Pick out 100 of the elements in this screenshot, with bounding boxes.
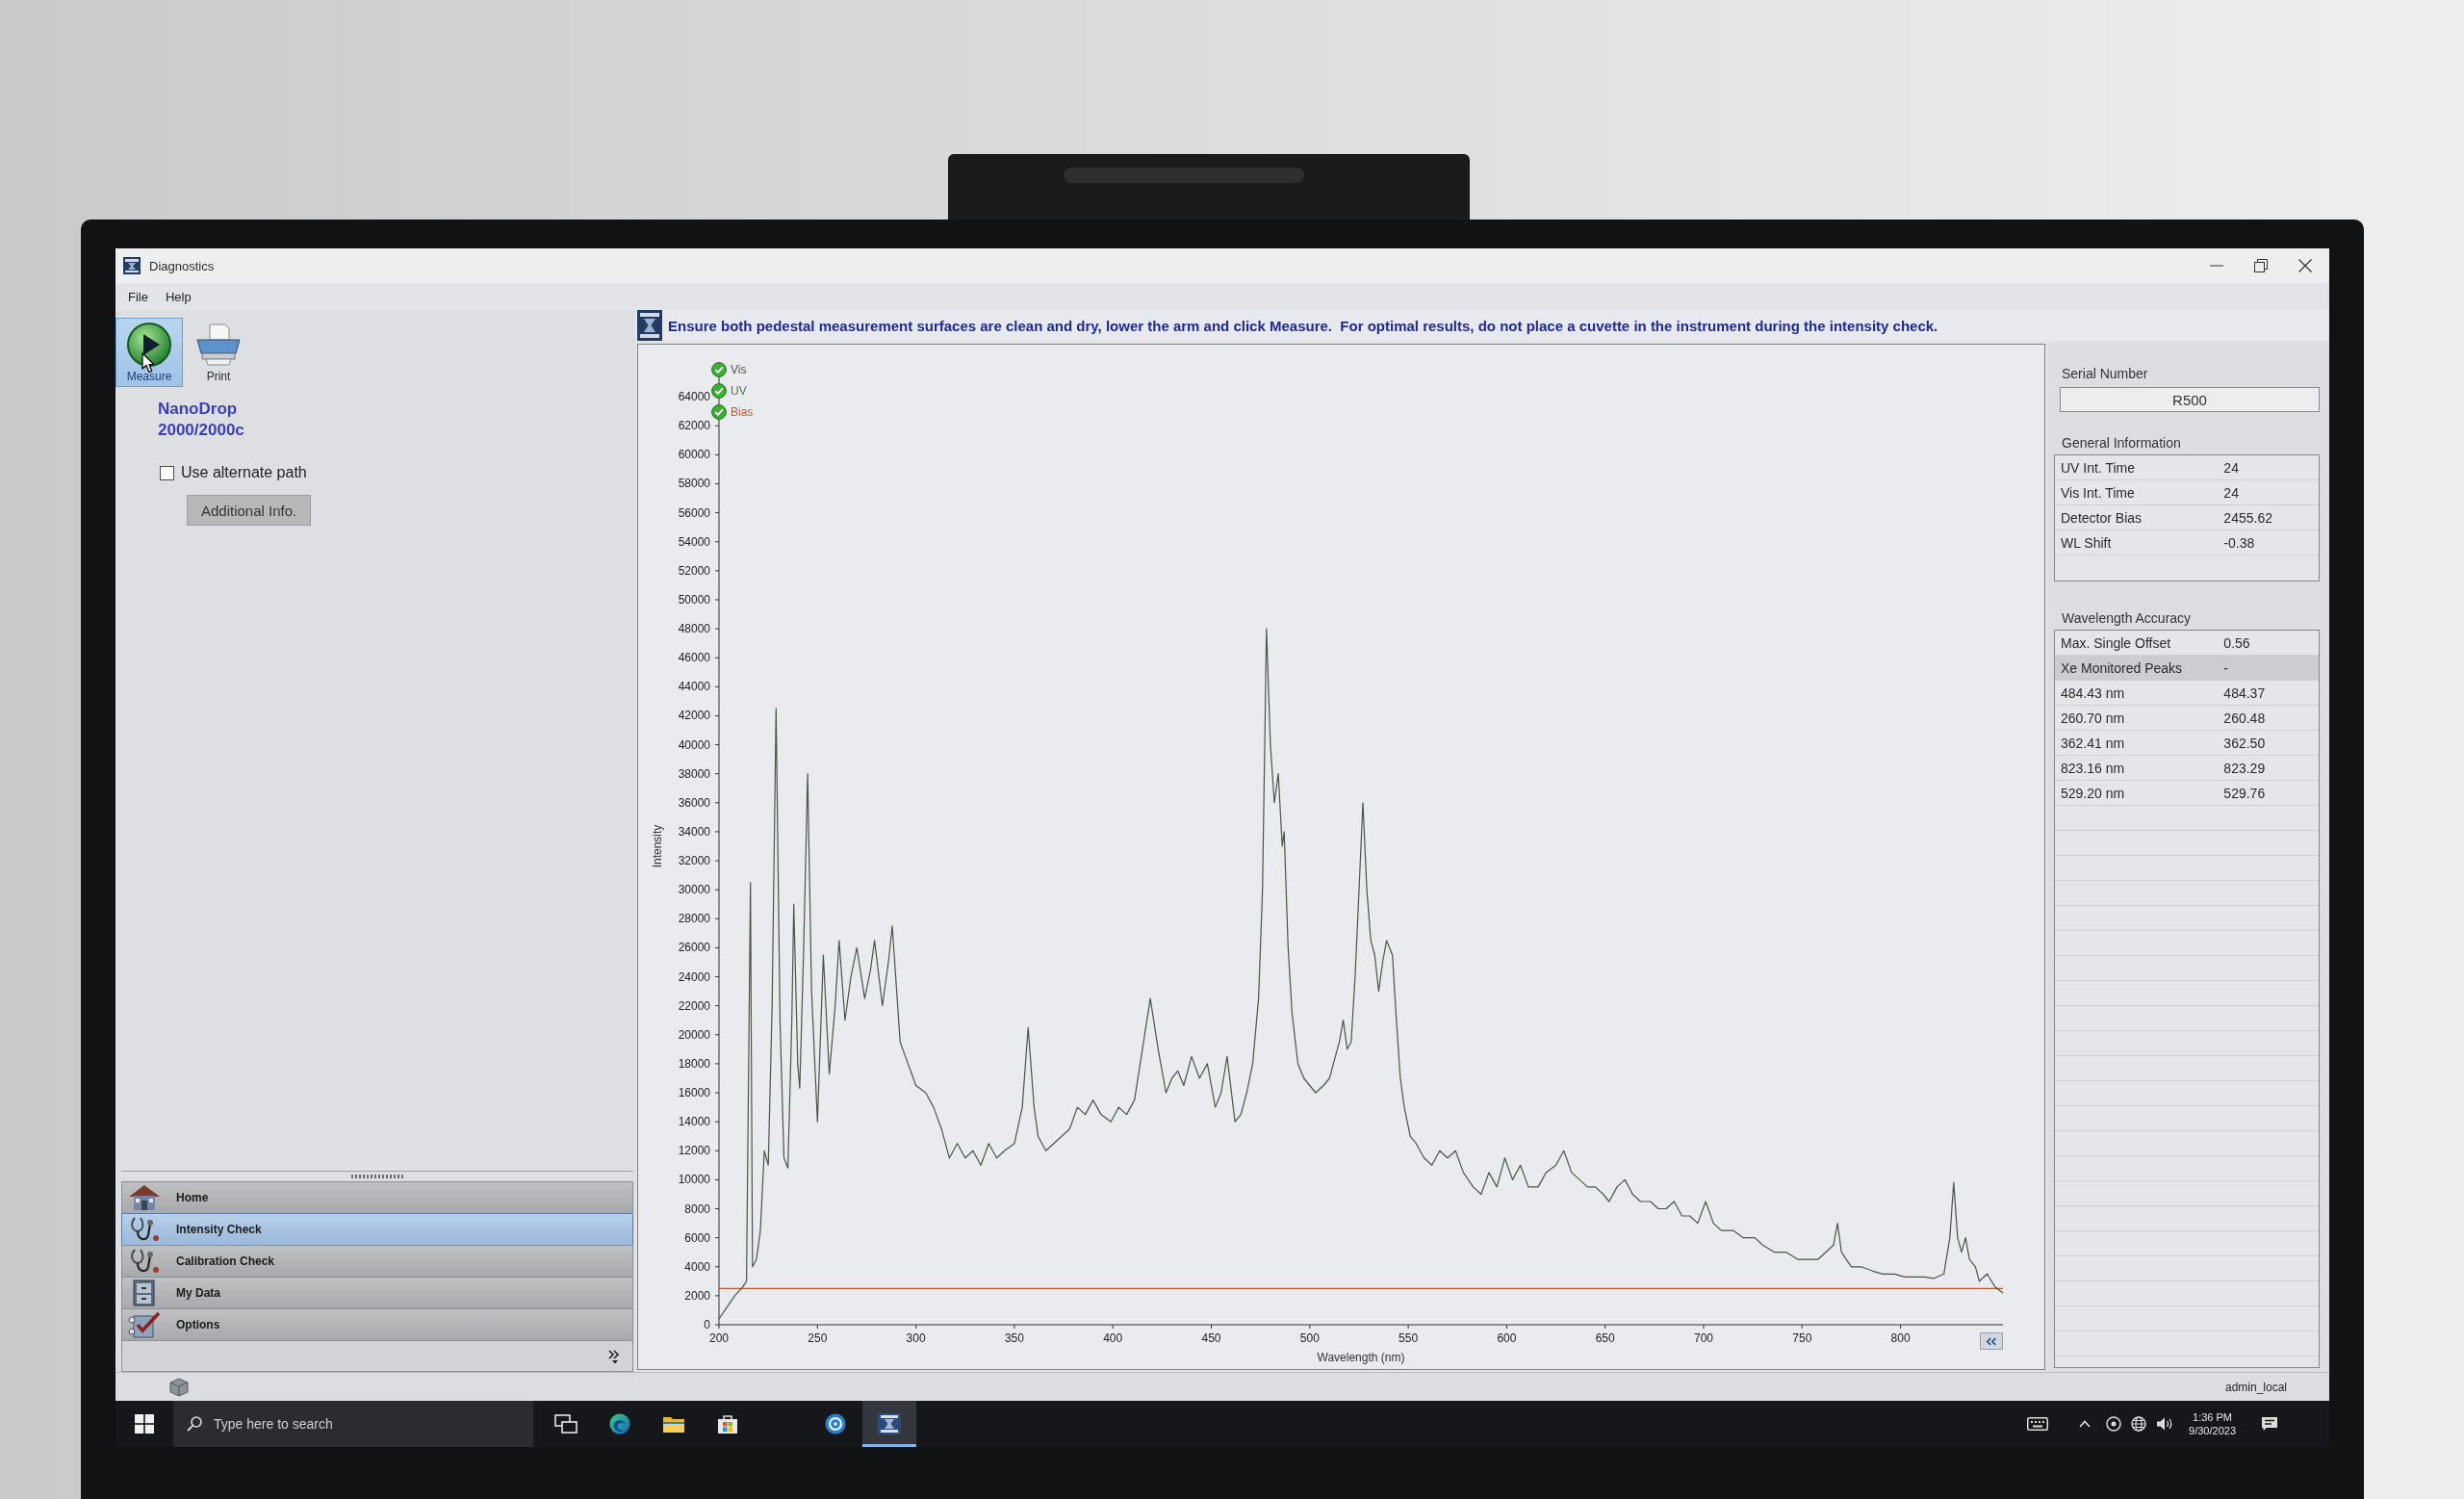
x-tick-label: 600	[1497, 1331, 1517, 1345]
y-tick-label: 14000	[678, 1115, 710, 1129]
resize-grip[interactable]	[351, 1175, 403, 1178]
y-tick-label: 24000	[678, 969, 710, 984]
nav-item[interactable]: Calibration Check	[121, 1245, 633, 1278]
y-tick-label: 32000	[678, 854, 710, 868]
y-tick-label: 52000	[678, 563, 710, 578]
table-cell-text: -	[2223, 659, 2230, 676]
menu-item[interactable]: Help	[156, 285, 200, 308]
nav-item[interactable]: My Data	[121, 1277, 633, 1309]
table-cell-text: 484.43 nm	[2060, 685, 2126, 701]
y-tick-label: 12000	[678, 1144, 710, 1158]
ring-icon	[824, 1413, 847, 1434]
app-icon	[123, 257, 141, 274]
y-axis-title: Intensity	[651, 824, 664, 868]
x-tick-label: 650	[1595, 1331, 1615, 1345]
legend-label: Vis	[731, 363, 747, 376]
checkbox-label: Use alternate path	[181, 464, 307, 481]
pedestal-app-icon	[878, 1413, 901, 1434]
product-name: NanoDrop	[158, 399, 238, 420]
x-tick-label: 450	[1201, 1331, 1221, 1345]
stethoscope-icon	[128, 1248, 161, 1275]
table-cell-text: 484.37	[2223, 685, 2267, 701]
toolbar-button[interactable]: Print	[185, 318, 252, 387]
table-cell-text: WL Shift	[2060, 534, 2113, 551]
table-cell-text: 529.20 nm	[2060, 785, 2126, 801]
table-cell-text: 260.70 nm	[2060, 710, 2126, 726]
table-cell-text: 823.29	[2223, 760, 2267, 776]
y-tick-label: 28000	[678, 912, 710, 926]
serial-number-field: R500	[2060, 387, 2320, 412]
close-icon[interactable]	[2298, 259, 2312, 272]
y-tick-label: 30000	[678, 883, 710, 897]
y-tick-label: 6000	[684, 1230, 710, 1245]
table-cell-text: 529.76	[2223, 785, 2267, 801]
x-tick-label: 300	[906, 1331, 926, 1345]
y-tick-label: 18000	[678, 1056, 710, 1071]
legend-label: UV	[731, 384, 747, 398]
nav-item[interactable]: Options	[121, 1308, 633, 1341]
y-tick-label: 22000	[678, 998, 710, 1013]
table-cell-text: Vis Int. Time	[2060, 484, 2136, 501]
chevron-up-icon[interactable]	[2079, 1420, 2092, 1428]
keyboard-icon[interactable]	[2027, 1417, 2049, 1431]
y-tick-label: 62000	[678, 419, 710, 433]
user-name: admin_local	[2224, 1380, 2287, 1394]
y-tick-label: 54000	[678, 534, 710, 549]
checkbox[interactable]	[160, 465, 174, 480]
y-tick-label: 16000	[678, 1086, 710, 1100]
speaker-icon[interactable]	[2156, 1416, 2174, 1432]
clock-time[interactable]: 1:36 PM	[2193, 1410, 2232, 1424]
toolbar-button[interactable]: Measure	[116, 318, 183, 387]
y-tick-label: 4000	[684, 1259, 710, 1274]
notification-icon[interactable]	[2261, 1416, 2278, 1432]
taskbar-button[interactable]	[862, 1401, 916, 1447]
search-icon	[187, 1416, 202, 1432]
y-tick-label: 58000	[678, 477, 710, 491]
globe-icon[interactable]	[2131, 1416, 2147, 1432]
y-tick-label: 40000	[678, 737, 710, 752]
start-icon[interactable]	[135, 1414, 154, 1434]
clock-date[interactable]: 9/30/2023	[2189, 1424, 2236, 1437]
table-cell-text: 24	[2223, 484, 2240, 501]
double-chevron-icon[interactable]	[607, 1348, 621, 1364]
target-icon[interactable]	[2106, 1416, 2122, 1432]
y-tick-label: 50000	[678, 592, 710, 607]
x-tick-label: 800	[1890, 1331, 1911, 1345]
y-tick-label: 48000	[678, 622, 710, 636]
x-tick-label: 750	[1792, 1331, 1812, 1345]
task-view-icon	[554, 1413, 578, 1434]
table-cell-text: 362.50	[2223, 735, 2267, 751]
y-tick-label: 60000	[678, 448, 710, 462]
y-tick-label: 38000	[678, 766, 710, 781]
x-tick-label: 400	[1103, 1331, 1123, 1345]
printer-icon	[196, 323, 241, 367]
table-cell-text: Detector Bias	[2060, 509, 2143, 526]
table-cell-text: 24	[2223, 459, 2240, 476]
x-axis-title: Wavelength (nm)	[1317, 1351, 1405, 1364]
group-title: Wavelength Accuracy	[2062, 610, 2192, 626]
check-circle-icon[interactable]	[711, 383, 727, 399]
check-circle-icon[interactable]	[711, 404, 727, 420]
x-tick-label: 550	[1399, 1331, 1419, 1345]
menu-item[interactable]: File	[119, 285, 157, 308]
double-chevron-left-icon	[1986, 1336, 1997, 1346]
restore-icon[interactable]	[2254, 259, 2268, 272]
table-cell-text: Max. Single Offset	[2060, 634, 2172, 651]
check-circle-icon[interactable]	[711, 362, 727, 377]
collapse-button[interactable]	[1980, 1332, 2003, 1350]
product-name: 2000/2000c	[158, 420, 244, 441]
instruction-text: Ensure both pedestal measurement surfaces are clean and dry, lower the arm and click Measure. For optimal results, do not place a cuvette in the instrument during the intensity check.	[668, 317, 1938, 334]
stethoscope-icon	[128, 1216, 161, 1243]
y-tick-label: 0	[704, 1318, 710, 1331]
field-label: Serial Number	[2062, 366, 2148, 381]
search-field[interactable]: Type here to search	[173, 1401, 533, 1447]
nav-item[interactable]: Intensity Check	[121, 1213, 633, 1246]
x-tick-label: 500	[1299, 1331, 1320, 1345]
table-cell-text: 2455.62	[2223, 509, 2273, 526]
table-cell-text: Xe Monitored Peaks	[2060, 659, 2184, 676]
y-tick-label: 56000	[678, 505, 710, 520]
y-tick-label: 64000	[678, 390, 710, 404]
additional-info-button[interactable]: Additional Info.	[187, 495, 312, 526]
nav-item[interactable]: Home	[121, 1181, 633, 1214]
play-icon	[127, 323, 171, 367]
